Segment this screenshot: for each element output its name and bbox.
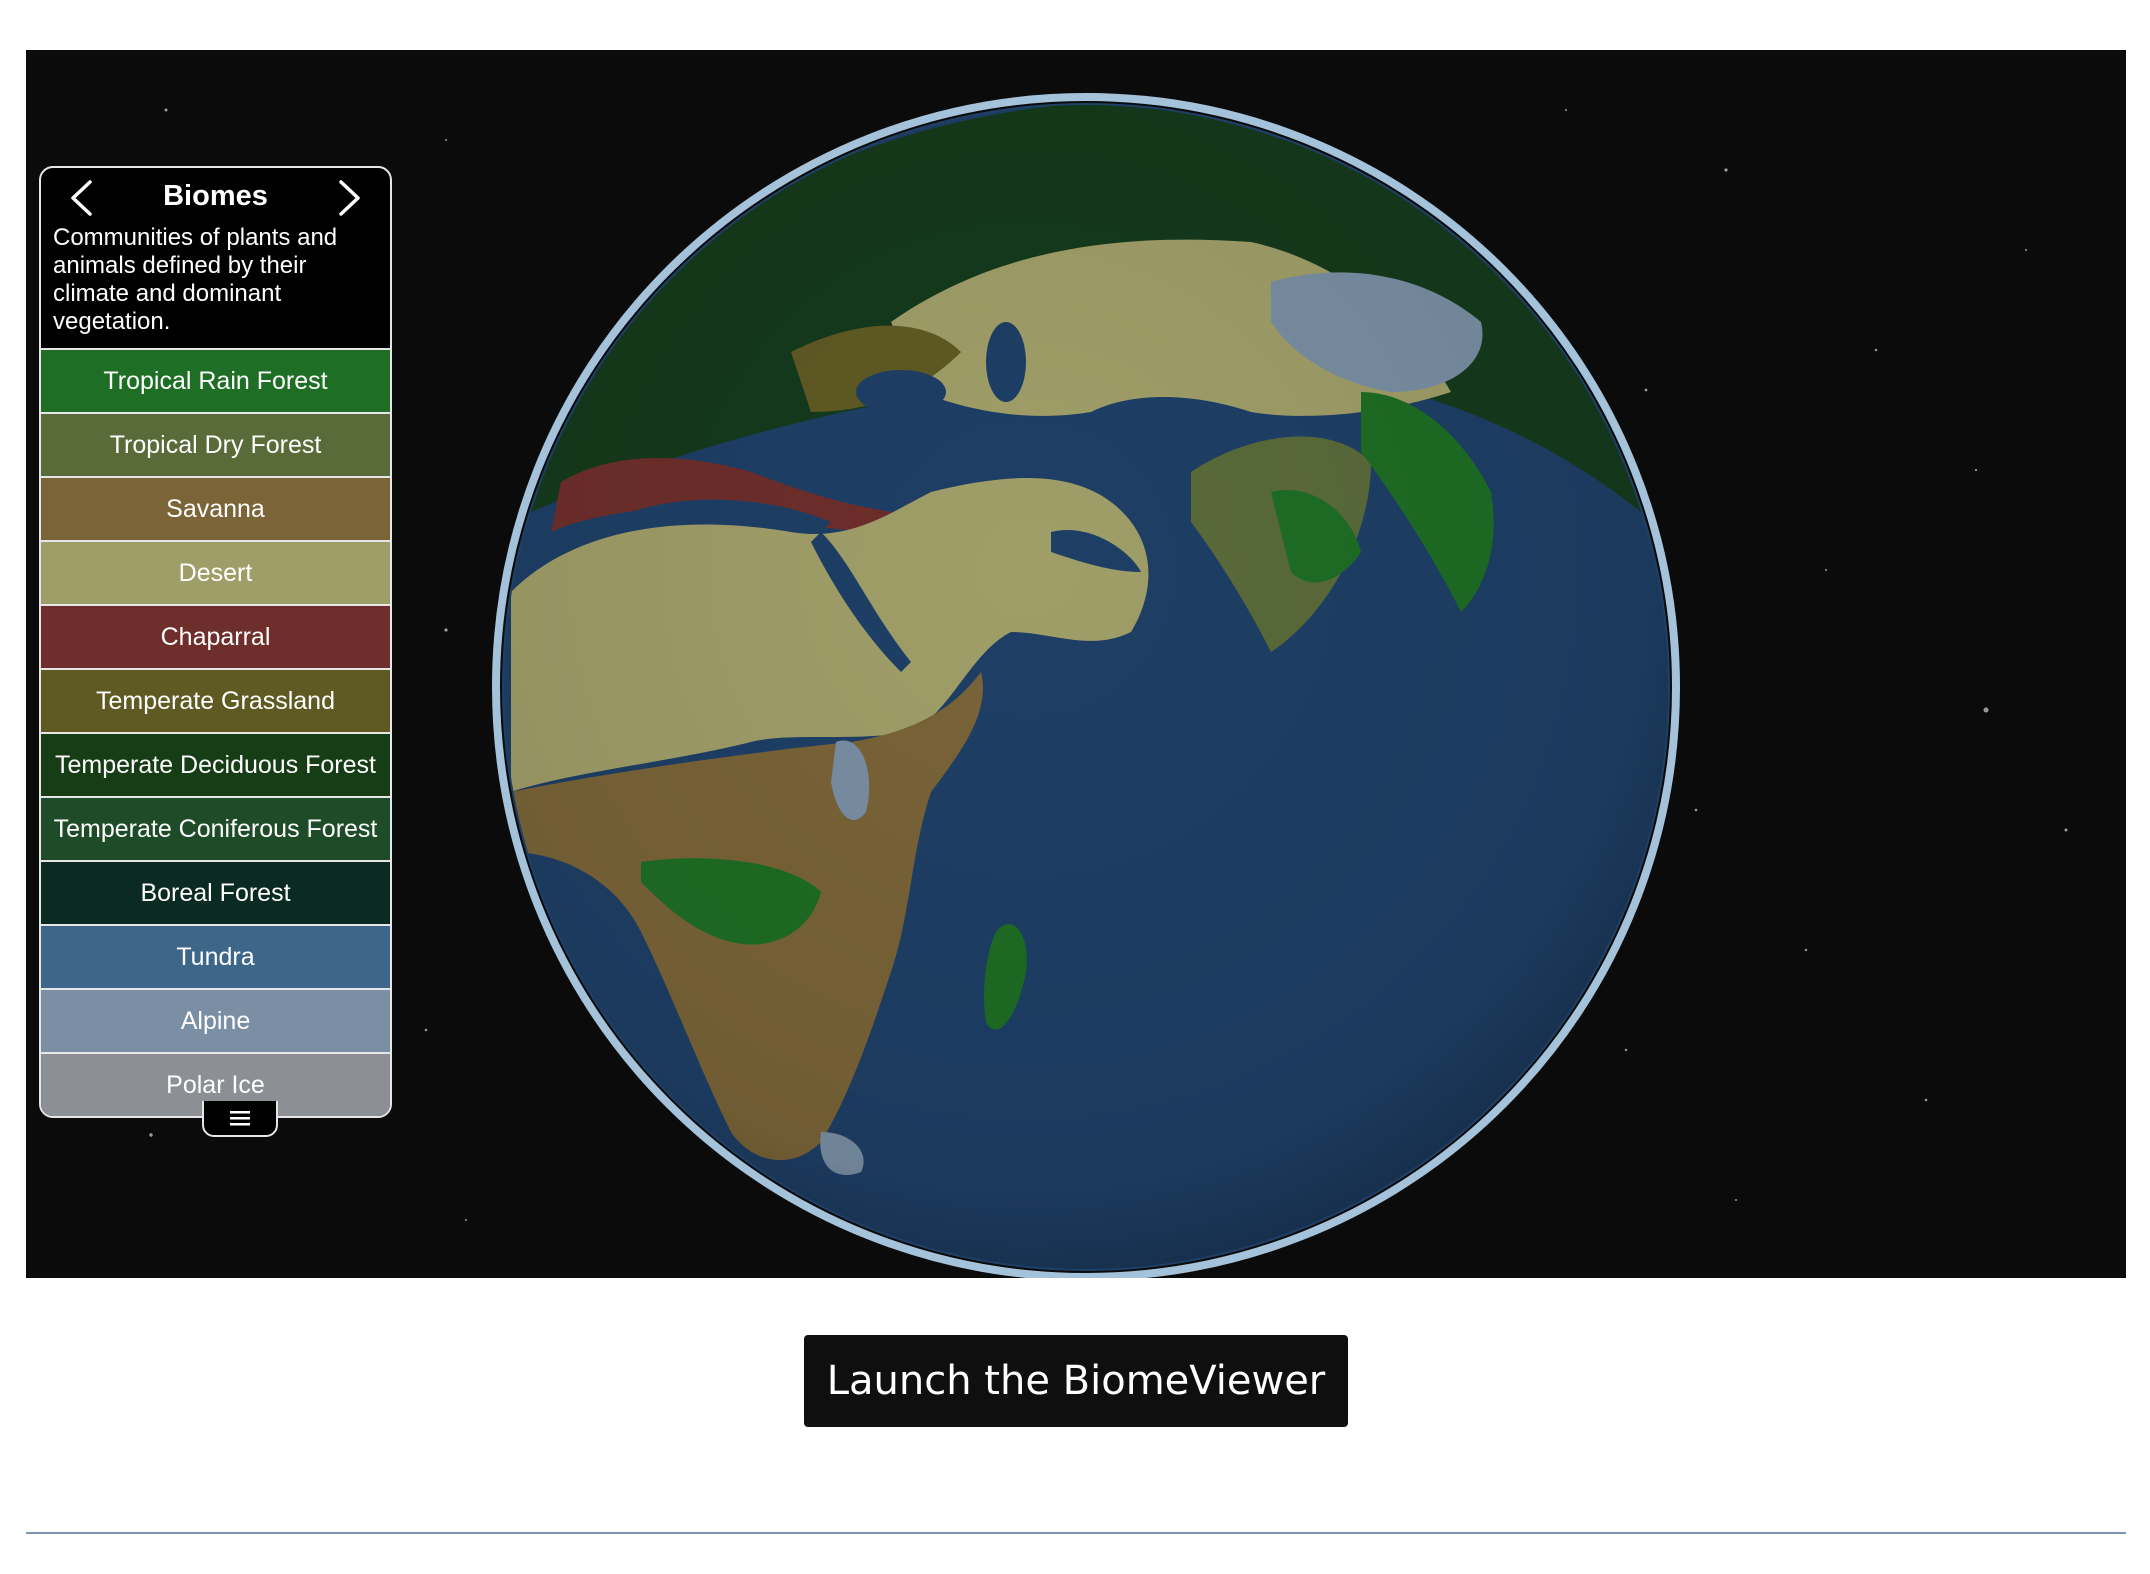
biome-item[interactable]: Alpine xyxy=(41,988,390,1052)
biome-item[interactable]: Tundra xyxy=(41,924,390,988)
biome-list: Tropical Rain Forest Tropical Dry Forest S… xyxy=(41,348,390,1116)
section-divider xyxy=(26,1532,2126,1534)
hamburger-menu-icon[interactable] xyxy=(202,1101,278,1137)
panel-description: Communities of plants and animals define… xyxy=(53,224,338,335)
biome-item[interactable]: Chaparral xyxy=(41,604,390,668)
biome-viewer-canvas[interactable]: Biomes Communities of plants and animals… xyxy=(26,50,2126,1278)
launch-biomeviewer-button[interactable]: Launch the BiomeViewer xyxy=(804,1335,1348,1427)
earth-globe[interactable] xyxy=(491,92,1681,1278)
biome-item[interactable]: Temperate Deciduous Forest xyxy=(41,732,390,796)
biome-item[interactable]: Savanna xyxy=(41,476,390,540)
biome-item[interactable]: Boreal Forest xyxy=(41,860,390,924)
biome-item[interactable]: Temperate Grassland xyxy=(41,668,390,732)
biome-item[interactable]: Tropical Dry Forest xyxy=(41,412,390,476)
biome-item[interactable]: Desert xyxy=(41,540,390,604)
panel-header: Biomes xyxy=(41,168,390,220)
biome-item[interactable]: Tropical Rain Forest xyxy=(41,348,390,412)
chevron-right-icon[interactable] xyxy=(328,178,368,218)
biome-item[interactable]: Temperate Coniferous Forest xyxy=(41,796,390,860)
biomes-legend-panel: Biomes Communities of plants and animals… xyxy=(39,166,392,1118)
